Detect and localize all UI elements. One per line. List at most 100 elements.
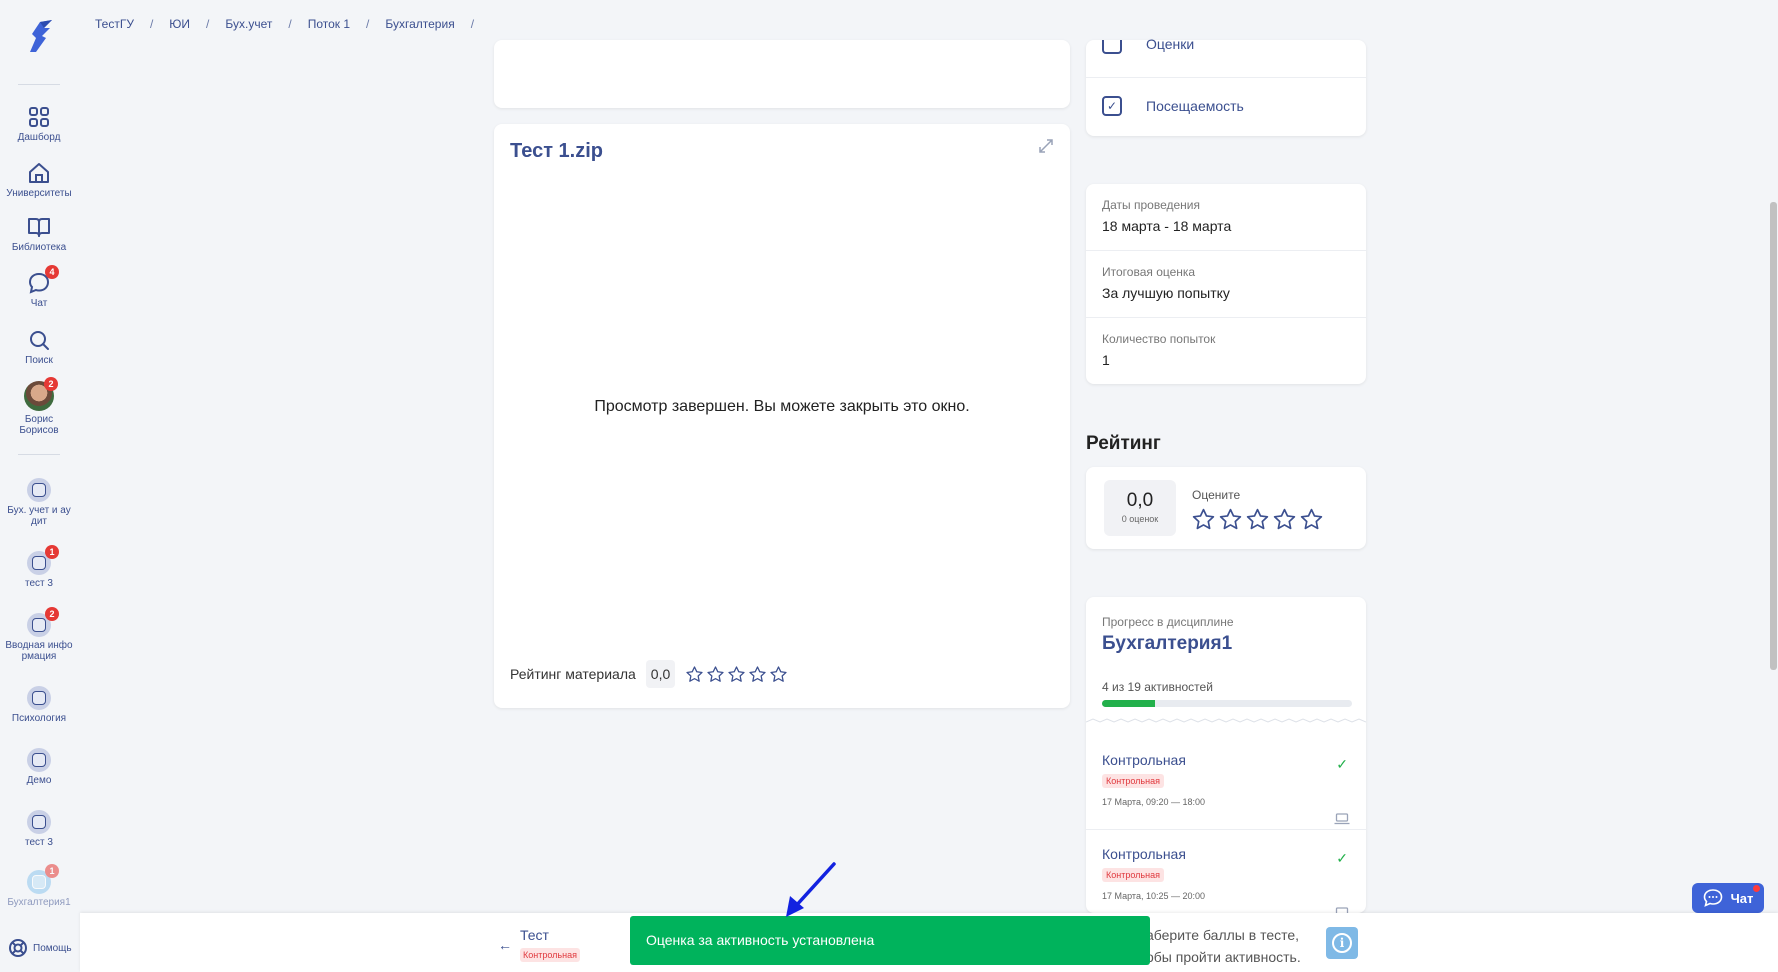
menu-item-grades[interactable]: Оценки <box>1102 36 1194 54</box>
sidebar-item-chat[interactable]: 4 Чат <box>0 265 78 309</box>
star-icon[interactable] <box>1272 507 1297 532</box>
rate-label: Оцените <box>1192 488 1241 502</box>
sidebar-item-label: Поиск <box>25 355 53 366</box>
star-icon[interactable] <box>706 665 725 684</box>
laptop-icon <box>1334 906 1350 913</box>
final-grade-value: За лучшую попытку <box>1102 285 1230 301</box>
activity-menu-card: Оценки ✓ Посещаемость <box>1086 36 1366 136</box>
logo[interactable] <box>22 18 58 56</box>
progress-count: 4 из 19 активностей <box>1102 680 1213 694</box>
avatar: 2 <box>24 377 58 411</box>
viewer-card: Тест 1.zip Просмотр завершен. Вы можете … <box>494 124 1070 708</box>
sidebar-course-item-active[interactable]: 1 Бухгалтерия1 <box>0 864 78 908</box>
star-icon[interactable] <box>1191 507 1216 532</box>
sidebar-course-item[interactable]: 2 Вводная инфо рмация <box>0 607 78 662</box>
sidebar-course-item[interactable]: тест 3 <box>0 810 78 848</box>
sidebar-item-label: Вводная инфо рмация <box>5 640 73 662</box>
material-rating-value: 0,0 <box>645 660 676 688</box>
details-card: Даты проведения 18 марта - 18 марта Итог… <box>1086 184 1366 384</box>
attempts-info: Количество попыток 1 <box>1102 332 1215 368</box>
chat-badge: 4 <box>45 265 59 279</box>
menu-item-attendance[interactable]: ✓ Посещаемость <box>1102 96 1244 116</box>
sidebar-item-label: Борис Борисов <box>19 414 59 436</box>
star-icon[interactable] <box>748 665 767 684</box>
sidebar-item-search[interactable]: Поиск <box>0 328 78 366</box>
scrollbar[interactable] <box>1770 202 1777 670</box>
sidebar-item-profile[interactable]: 2 Борис Борисов <box>0 377 78 436</box>
sidebar-item-label: тест 3 <box>25 837 53 848</box>
rate-stars[interactable] <box>1191 507 1324 532</box>
viewer-message: Просмотр завершен. Вы можете закрыть это… <box>594 398 970 415</box>
star-icon[interactable] <box>1218 507 1243 532</box>
laptop-icon <box>1334 812 1350 830</box>
sidebar-course-item[interactable]: 1 тест 3 <box>0 545 78 589</box>
profile-badge: 2 <box>44 377 58 391</box>
sidebar-course-item[interactable]: Бух. учет и ау дит <box>0 478 78 527</box>
sidebar-item-label: Бух. учет и ау дит <box>7 505 71 527</box>
star-icon[interactable] <box>1299 507 1324 532</box>
sidebar-item-label: Дашборд <box>17 132 61 143</box>
activity-item[interactable]: Контрольная Контрольная 17 Марта, 10:25 … <box>1102 846 1352 913</box>
dashboard-icon <box>27 105 51 129</box>
sidebar-divider <box>18 84 60 85</box>
breadcrumb: ТестГУ / ЮИ / Бух.учет / Поток 1 / Бухгалтер… <box>95 17 490 31</box>
material-rating-stars[interactable] <box>685 665 788 684</box>
breadcrumb-item[interactable]: Бух.учет <box>225 17 272 31</box>
course-icon: 2 <box>27 607 59 637</box>
back-tag: Контрольная <box>520 948 580 962</box>
attendance-icon: ✓ <box>1102 96 1122 116</box>
star-icon[interactable] <box>727 665 746 684</box>
sidebar-item-label: Университеты <box>6 188 72 199</box>
divider <box>1086 829 1366 830</box>
breadcrumb-item[interactable]: Поток 1 <box>308 17 350 31</box>
sidebar-item-label: Демо <box>26 775 52 786</box>
breadcrumb-separator: / <box>366 17 370 31</box>
info-button[interactable]: i <box>1326 927 1358 959</box>
sidebar-course-item[interactable]: Демо <box>0 748 78 786</box>
divider <box>1086 317 1366 318</box>
dates-info: Даты проведения 18 марта - 18 марта <box>1102 198 1231 234</box>
star-icon[interactable] <box>769 665 788 684</box>
breadcrumb-separator: / <box>149 17 154 31</box>
menu-item-label: Посещаемость <box>1146 98 1244 114</box>
sidebar-item-library[interactable]: Библиотека <box>0 215 78 253</box>
breadcrumb-item[interactable]: ЮИ <box>169 17 190 31</box>
help-label: Помощь <box>33 942 72 954</box>
attempts-value: 1 <box>1102 352 1110 368</box>
arrow-left-icon: ← <box>498 937 512 953</box>
breadcrumb-separator: / <box>470 17 475 31</box>
activity-hint: аберите баллы в тесте, обы пройти активн… <box>1146 924 1301 968</box>
divider <box>1086 250 1366 251</box>
sidebar-item-dashboard[interactable]: Дашборд <box>0 105 78 143</box>
activity-time: 17 Марта, 09:20 — 18:00 <box>1102 797 1205 807</box>
breadcrumb-item[interactable]: ТестГУ <box>95 17 134 31</box>
back-title: Тест <box>520 927 549 943</box>
hint-line: обы пройти активность. <box>1146 949 1301 965</box>
course-icon: 1 <box>27 545 59 575</box>
zigzag-divider <box>1086 718 1366 723</box>
sidebar-item-label: Бухгалтерия1 <box>7 897 71 908</box>
course-icon: 1 <box>27 864 59 894</box>
sidebar-course-item[interactable]: Психология <box>0 686 78 724</box>
back-link[interactable]: ← Тест Контрольная <box>498 927 580 963</box>
star-icon[interactable] <box>1245 507 1270 532</box>
divider <box>1086 77 1366 78</box>
rating-card: 0,0 0 оценок Оцените <box>1086 467 1366 549</box>
activity-item[interactable]: Контрольная Контрольная 17 Марта, 09:20 … <box>1102 752 1352 825</box>
chat-button[interactable]: Чат <box>1692 883 1764 913</box>
help-button[interactable]: Помощь <box>8 938 72 958</box>
sidebar-item-universities[interactable]: Университеты <box>0 161 78 199</box>
expand-icon[interactable] <box>1038 138 1054 154</box>
menu-item-label: Оценки <box>1146 36 1195 52</box>
check-icon: ✓ <box>1336 756 1348 772</box>
rating-count: 0 оценок <box>1121 514 1159 524</box>
progress-title[interactable]: Бухгалтерия1 <box>1102 633 1232 655</box>
material-rating: Рейтинг материала 0,0 <box>510 660 788 688</box>
activity-title: Контрольная <box>1102 752 1186 768</box>
breadcrumb-separator: / <box>288 17 292 31</box>
progress-bar-fill <box>1102 700 1155 707</box>
star-icon[interactable] <box>685 665 704 684</box>
progress-bar <box>1102 700 1352 707</box>
dates-label: Даты проведения <box>1102 198 1200 212</box>
breadcrumb-item[interactable]: Бухгалтерия <box>385 17 454 31</box>
